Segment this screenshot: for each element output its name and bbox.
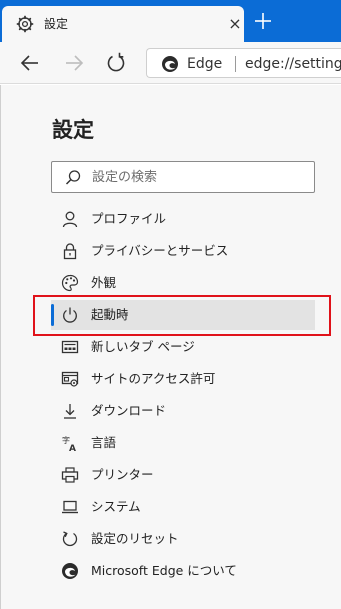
- refresh-icon[interactable]: [104, 51, 128, 75]
- svg-text:A: A: [69, 444, 76, 452]
- sidebar-item-new-tab-page[interactable]: 新しいタブ ページ: [51, 332, 315, 362]
- edge-logo-icon: [161, 55, 179, 73]
- page-title: 設定: [52, 118, 94, 142]
- tab-title: 設定: [44, 17, 69, 31]
- address-url: edge://settings: [245, 56, 341, 72]
- divider: [0, 85, 1, 609]
- lock-icon: [61, 242, 79, 260]
- sidebar-item-label: Microsoft Edge について: [91, 563, 237, 578]
- sidebar-item-label: サイトのアクセス許可: [91, 371, 216, 386]
- close-icon[interactable]: ×: [226, 15, 244, 33]
- back-arrow-icon[interactable]: [18, 51, 42, 75]
- sidebar-item-label: 新しいタブ ページ: [91, 339, 195, 354]
- sidebar-item-about[interactable]: Microsoft Edge について: [51, 556, 315, 586]
- sidebar-item-label: プリンター: [91, 467, 154, 482]
- sidebar-item-label: ダウンロード: [91, 403, 167, 418]
- highlight-box: [33, 295, 331, 336]
- printer-icon: [61, 466, 79, 484]
- tab-strip: 設定 ×: [0, 0, 341, 42]
- site-permissions-icon: [61, 370, 79, 388]
- sidebar-item-privacy[interactable]: プライバシーとサービス: [51, 236, 315, 266]
- sidebar-item-downloads[interactable]: ダウンロード: [51, 396, 315, 426]
- tab-settings[interactable]: 設定 ×: [2, 6, 244, 42]
- language-icon: 字 A: [61, 434, 79, 454]
- new-tab-page-icon: [61, 338, 79, 356]
- sidebar-item-profile[interactable]: プロファイル: [51, 204, 315, 234]
- sidebar-item-label: プライバシーとサービス: [91, 243, 229, 258]
- forward-arrow-icon[interactable]: [62, 51, 86, 75]
- plus-icon[interactable]: [252, 10, 274, 32]
- download-icon: [61, 402, 79, 420]
- search-input[interactable]: [92, 162, 307, 192]
- sidebar-item-label: 外観: [91, 275, 117, 290]
- sidebar-item-languages[interactable]: 字 A 言語: [51, 428, 315, 458]
- sidebar-item-reset[interactable]: 設定のリセット: [51, 524, 315, 554]
- palette-icon: [61, 274, 79, 292]
- laptop-icon: [61, 498, 79, 516]
- search-icon: [64, 169, 82, 187]
- sidebar-item-printers[interactable]: プリンター: [51, 460, 315, 490]
- sidebar-item-system[interactable]: システム: [51, 492, 315, 522]
- sidebar-item-label: 設定のリセット: [91, 531, 179, 546]
- toolbar: Edge edge://settings: [0, 42, 341, 84]
- address-bar[interactable]: Edge edge://settings: [146, 48, 341, 78]
- address-separator: [235, 56, 236, 72]
- person-icon: [61, 210, 79, 228]
- sidebar-item-label: システム: [91, 499, 141, 514]
- settings-search[interactable]: [51, 161, 315, 193]
- sidebar-item-appearance[interactable]: 外観: [51, 268, 315, 298]
- sidebar-item-label: 言語: [91, 435, 117, 450]
- edge-logo-icon: [61, 562, 79, 580]
- sidebar-item-label: プロファイル: [91, 211, 167, 226]
- sidebar-item-site-permissions[interactable]: サイトのアクセス許可: [51, 364, 315, 394]
- gear-icon: [16, 15, 34, 33]
- reset-icon: [61, 530, 79, 548]
- address-brand: Edge: [187, 56, 223, 72]
